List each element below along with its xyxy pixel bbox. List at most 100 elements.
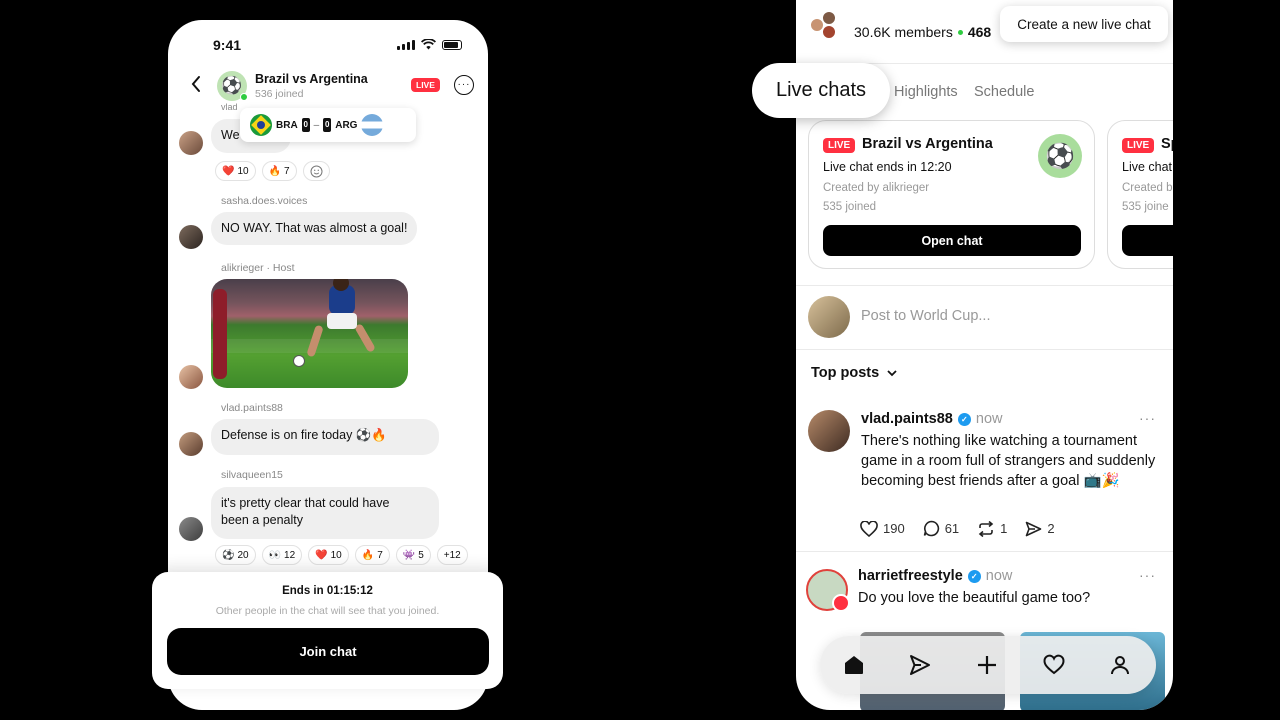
tab-highlights[interactable]: Highlights: [894, 84, 958, 100]
live-ring-badge: [832, 594, 850, 612]
divider: [796, 349, 1173, 350]
live-chat-creator: Created by alikrieger: [823, 182, 930, 194]
chat-title: Brazil vs Argentina: [255, 72, 368, 86]
avatar[interactable]: [179, 365, 203, 389]
composer-input[interactable]: Post to World Cup...: [861, 308, 990, 324]
nav-profile[interactable]: [1091, 636, 1149, 694]
repost-button[interactable]: 1: [977, 520, 1008, 537]
post-username[interactable]: vlad.paints88: [861, 411, 953, 427]
reaction-chip[interactable]: ❤️ 10: [308, 545, 349, 565]
like-button[interactable]: 190: [860, 520, 905, 537]
reaction-count: 5: [418, 549, 424, 561]
avatar[interactable]: [179, 225, 203, 249]
online-indicator: [240, 93, 248, 101]
shared-photo-soccer-player[interactable]: [211, 279, 408, 388]
live-chat-creator: Created b: [1122, 182, 1173, 194]
add-reaction-icon: [310, 165, 323, 177]
share-icon: [1026, 521, 1042, 536]
share-button[interactable]: 2: [1025, 521, 1055, 537]
live-chat-title: Brazil vs Argentina: [862, 136, 993, 152]
reaction-count: 10: [330, 549, 342, 561]
post-more-icon[interactable]: ···: [1139, 567, 1156, 583]
like-count: 190: [883, 521, 905, 536]
reaction-chip[interactable]: ❤️ 10: [215, 161, 256, 181]
plus-icon: [978, 656, 996, 674]
send-icon: [910, 655, 930, 675]
more-reactions-chip[interactable]: +12: [436, 545, 468, 565]
message-bubble: it's pretty clear that could have been a…: [211, 487, 439, 539]
post-username[interactable]: harrietfreestyle: [858, 568, 963, 584]
message-bubble: Defense is on fire today ⚽🔥: [211, 419, 439, 455]
reaction-count: 10: [237, 165, 249, 177]
fire-icon: 🔥: [268, 165, 282, 177]
verified-badge-icon: ✓: [957, 412, 971, 426]
repost-count: 1: [1000, 521, 1008, 536]
nav-activity[interactable]: [1025, 636, 1083, 694]
post-header: vlad.paints88 ✓ now: [861, 411, 1002, 427]
post-text: Do you love the beautiful game too?: [858, 590, 1091, 606]
nav-send[interactable]: [891, 636, 949, 694]
eyes-icon: 👀: [268, 549, 282, 561]
live-chat-ends: Live chat ends in 12:20: [823, 160, 952, 174]
reaction-count: 7: [284, 165, 290, 177]
reaction-row: ⚽ 20 👀 12 ❤️ 10 🔥 7 👾 5 +12: [215, 545, 468, 565]
heart-icon: [860, 520, 878, 537]
repost-icon: [978, 520, 994, 537]
message-author: vlad: [221, 102, 238, 112]
nav-home[interactable]: [825, 636, 883, 694]
post-actions: 190 61 1 2: [860, 520, 1055, 537]
add-reaction-button[interactable]: [302, 161, 330, 181]
divider: [796, 551, 1173, 552]
message-bubble: NO WAY. That was almost a goal!: [211, 212, 418, 245]
more-options-icon[interactable]: ···: [454, 75, 474, 95]
join-notice: Other people in the chat will see that y…: [215, 605, 440, 617]
join-chat-button[interactable]: Join chat: [167, 628, 489, 675]
reaction-row: ❤️ 10 🔥 7: [215, 161, 330, 181]
open-chat-button[interactable]: Open chat: [823, 225, 1081, 256]
avatar[interactable]: [179, 517, 203, 541]
reaction-chip[interactable]: 👀 12: [261, 545, 303, 565]
post-more-icon[interactable]: ···: [1139, 410, 1156, 426]
create-live-chat-button[interactable]: Create a new live chat: [1000, 6, 1168, 42]
reaction-chip[interactable]: 👾 5: [395, 545, 431, 565]
back-arrow-icon[interactable]: [184, 72, 208, 96]
photo-player-shorts: [327, 313, 357, 329]
chat-joined-count: 536 joined: [255, 88, 304, 100]
comment-button[interactable]: 61: [923, 520, 959, 537]
avatar[interactable]: [179, 432, 203, 456]
stage: 9:41 ⚽ Brazil vs Argentina 536 joined LI…: [0, 0, 1280, 720]
join-chat-sheet: Ends in 01:15:12 Other people in the cha…: [152, 572, 503, 689]
reaction-chip[interactable]: 🔥 7: [354, 545, 390, 565]
sort-label: Top posts: [811, 365, 880, 381]
live-badge: LIVE: [823, 138, 856, 153]
sort-dropdown[interactable]: Top posts: [811, 365, 897, 381]
status-icons: [397, 39, 462, 50]
reaction-chip[interactable]: 🔥 7: [261, 161, 297, 181]
brazil-flag-icon: [250, 114, 272, 136]
tab-live-chats[interactable]: Live chats: [752, 63, 890, 118]
live-chat-card[interactable]: LIVE Sp Live chat Created b 535 joine: [1107, 120, 1173, 269]
share-count: 2: [1047, 521, 1055, 536]
chevron-down-icon: [887, 369, 897, 376]
photo-field: [211, 279, 408, 388]
soccer-ball-icon: ⚽: [222, 549, 235, 561]
live-chat-title: Sp: [1161, 136, 1173, 152]
open-chat-button[interactable]: [1122, 225, 1173, 256]
nav-create[interactable]: [958, 636, 1016, 694]
reaction-count: 20: [237, 549, 249, 561]
composer-avatar[interactable]: [808, 296, 850, 338]
away-score: 0: [323, 118, 332, 132]
post-avatar[interactable]: [808, 410, 850, 452]
message-text: We: [221, 128, 240, 142]
heart-icon: [1043, 654, 1065, 675]
reaction-chip[interactable]: ⚽ 20: [215, 545, 256, 565]
member-count: 30.6K members: [854, 24, 953, 40]
live-badge: LIVE: [1122, 138, 1155, 153]
live-chat-card[interactable]: LIVE Brazil vs Argentina Live chat ends …: [808, 120, 1095, 269]
tab-schedule[interactable]: Schedule: [974, 84, 1034, 100]
divider: [796, 285, 1173, 286]
live-chat-joined: 535 joine: [1122, 201, 1169, 213]
scoreboard: BRA 0 – 0 ARG: [240, 108, 416, 142]
status-bar: 9:41: [168, 20, 488, 68]
avatar[interactable]: [179, 131, 203, 155]
